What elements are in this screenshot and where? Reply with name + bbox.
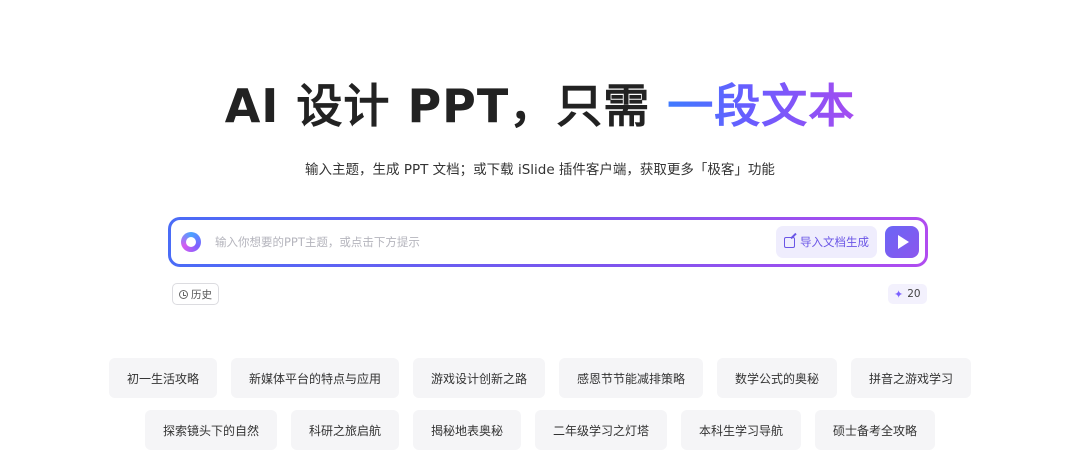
hero-title-main: AI 设计 PPT，只需 <box>224 79 668 133</box>
hero-title: AI 设计 PPT，只需 一段文本 <box>0 76 1080 136</box>
suggestion-chip[interactable]: 探索镜头下的自然 <box>144 410 277 450</box>
credit-count: 20 <box>907 288 921 300</box>
suggestion-chip[interactable]: 拼音之游戏学习 <box>851 358 972 398</box>
suggestion-row-2: 探索镜头下的自然 科研之旅启航 揭秘地表奥秘 二年级学习之灯塔 本科生学习导航 … <box>0 410 1080 450</box>
history-label: 历史 <box>191 288 212 301</box>
suggestion-chip[interactable]: 新媒体平台的特点与应用 <box>230 358 399 398</box>
page: AI 设计 PPT，只需 一段文本 输入主题，生成 PPT 文档；或下载 iSl… <box>0 0 1080 471</box>
subtitle: 输入主题，生成 PPT 文档；或下载 iSlide 插件客户端，获取更多「极客」… <box>305 162 775 178</box>
send-icon <box>898 235 909 249</box>
send-button[interactable] <box>885 226 919 258</box>
history-button[interactable]: 历史 <box>172 283 219 305</box>
sparkle-icon: ✦ <box>894 287 904 301</box>
suggestion-chip[interactable]: 二年级学习之灯塔 <box>535 410 668 450</box>
hero-title-accent: 一段文本 <box>667 79 856 133</box>
import-document-label: 导入文档生成 <box>800 235 869 249</box>
suggestion-chip[interactable]: 数学公式的奥秘 <box>717 358 838 398</box>
prompt-input[interactable] <box>213 234 776 250</box>
islide-logo-icon <box>181 232 201 252</box>
credit-badge: ✦ 20 <box>888 284 927 304</box>
suggestion-chip[interactable]: 本科生学习导航 <box>681 410 802 450</box>
suggestion-row-1: 初一生活攻略 新媒体平台的特点与应用 游戏设计创新之路 感恩节节能减排策略 数学… <box>0 358 1080 398</box>
edit-icon <box>784 236 795 248</box>
prompt-box: 导入文档生成 <box>168 217 928 267</box>
suggestion-chip[interactable]: 游戏设计创新之路 <box>412 358 545 398</box>
suggestion-chip[interactable]: 初一生活攻略 <box>108 358 217 398</box>
suggestion-chip[interactable]: 硕士备考全攻略 <box>815 410 936 450</box>
suggestion-chip[interactable]: 感恩节节能减排策略 <box>559 358 704 398</box>
suggestion-chip[interactable]: 科研之旅启航 <box>290 410 399 450</box>
clock-icon <box>179 289 188 299</box>
import-document-button[interactable]: 导入文档生成 <box>776 226 877 258</box>
suggestion-chip[interactable]: 揭秘地表奥秘 <box>412 410 521 450</box>
